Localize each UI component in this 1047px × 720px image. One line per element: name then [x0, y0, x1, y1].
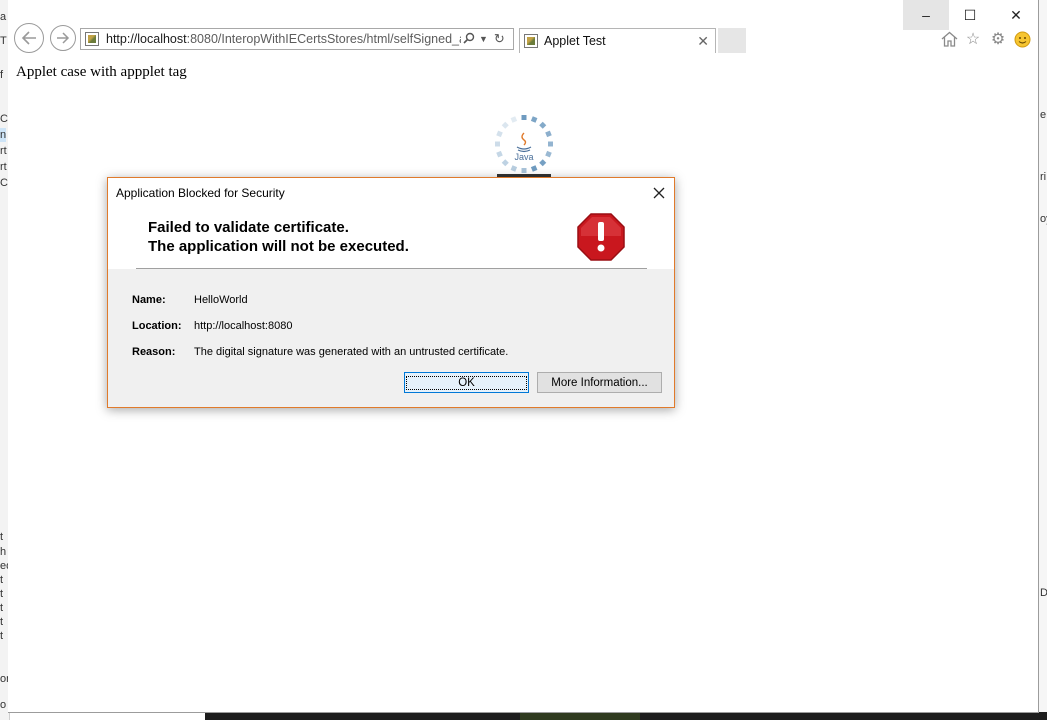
dialog-message-line1: Failed to validate certificate. — [148, 219, 349, 236]
background-text: f — [0, 69, 4, 81]
background-text: ri — [1040, 171, 1047, 183]
background-text: t — [0, 531, 4, 543]
java-loading-spinner-icon: Java — [495, 115, 553, 173]
browser-toolbar: http://localhost:8080/InteropWithIECerts… — [8, 0, 1038, 58]
gear-icon[interactable]: ⚙ — [989, 30, 1007, 48]
field-label: Reason: — [132, 346, 176, 358]
background-text: D — [1040, 586, 1047, 600]
background-text: n — [0, 128, 7, 142]
ok-button[interactable]: OK — [404, 372, 529, 393]
new-tab-button[interactable] — [718, 28, 746, 53]
background-image-strip — [520, 712, 640, 720]
url-host: http://localhost — [106, 32, 187, 46]
background-text: rt — [0, 145, 7, 157]
close-window-button[interactable]: ✕ — [993, 0, 1039, 30]
java-label: Java — [514, 152, 533, 162]
background-text: o — [0, 699, 7, 711]
dialog-message-line2: The application will not be executed. — [148, 238, 409, 255]
tab-favicon-icon — [524, 34, 538, 48]
arrow-right-icon — [57, 32, 70, 44]
background-text: rt — [0, 161, 7, 173]
background-text: e — [1040, 109, 1047, 121]
close-icon — [653, 187, 665, 199]
site-favicon-icon — [85, 32, 99, 46]
maximize-button[interactable]: ☐ — [947, 0, 993, 30]
background-window-right: e ri oy D — [1038, 0, 1047, 720]
refresh-icon[interactable]: ↻ — [494, 31, 505, 47]
home-icon[interactable] — [940, 30, 958, 48]
address-bar[interactable]: http://localhost:8080/InteropWithIECerts… — [80, 28, 514, 50]
dialog-separator — [136, 268, 647, 269]
forward-button[interactable] — [50, 25, 76, 51]
field-label: Location: — [132, 320, 182, 332]
background-text: t — [0, 616, 4, 628]
dialog-title: Application Blocked for Security — [116, 186, 285, 200]
tab-applet-test[interactable]: Applet Test ✕ — [519, 28, 716, 53]
background-text: h — [0, 546, 7, 558]
security-blocked-dialog: Application Blocked for Security Failed … — [107, 177, 675, 408]
ok-button-label: OK — [406, 375, 527, 390]
chevron-down-icon[interactable]: ▼ — [479, 34, 488, 44]
star-icon[interactable]: ☆ — [964, 30, 982, 48]
background-text: oy — [1040, 213, 1047, 225]
arrow-left-icon — [21, 31, 36, 45]
field-label: Name: — [132, 294, 166, 306]
page-title: Applet case with appplet tag — [16, 64, 187, 80]
background-text: T — [0, 35, 7, 47]
tab-title: Applet Test — [544, 34, 606, 48]
field-value: HelloWorld — [194, 294, 248, 306]
back-button[interactable] — [14, 23, 44, 53]
field-value: The digital signature was generated with… — [194, 346, 509, 358]
more-information-button[interactable]: More Information... — [537, 372, 662, 393]
close-icon[interactable]: ✕ — [697, 33, 709, 50]
background-text: t — [0, 574, 4, 586]
dialog-close-button[interactable] — [648, 182, 670, 204]
background-text: t — [0, 602, 4, 614]
dialog-titlebar: Application Blocked for Security — [108, 178, 674, 208]
background-text: C — [0, 177, 8, 189]
url-path: :8080/InteropWithIECertsStores/html/self… — [186, 32, 461, 46]
background-text: t — [0, 588, 4, 600]
dialog-header: Failed to validate certificate. The appl… — [108, 208, 674, 269]
background-text: t — [0, 630, 4, 642]
minimize-button[interactable]: – — [903, 0, 949, 30]
background-text: a — [0, 11, 7, 23]
smiley-icon[interactable] — [1013, 30, 1031, 48]
address-url[interactable]: http://localhost:8080/InteropWithIECerts… — [106, 32, 461, 46]
error-octagon-icon — [577, 213, 625, 261]
search-icon[interactable] — [463, 32, 475, 47]
field-value: http://localhost:8080 — [194, 320, 293, 332]
